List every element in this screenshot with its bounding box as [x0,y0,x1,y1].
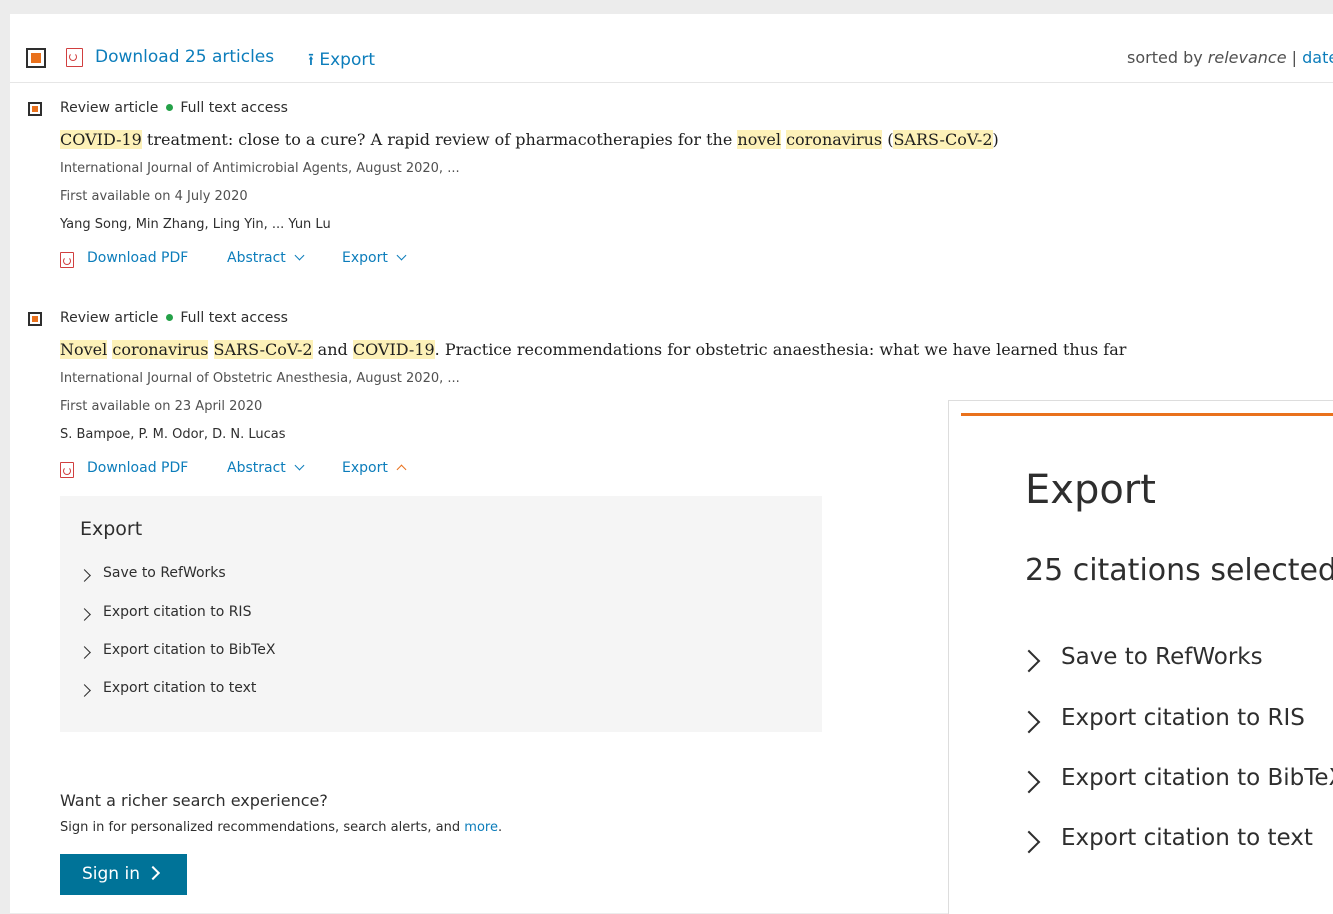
export-panel-heading: Export [80,518,143,540]
article-type: Review article [60,310,159,326]
promo-text: Sign in for personalized recommendations… [60,820,502,835]
title-text: treatment: close to a cure? A rapid revi… [141,130,738,149]
journal-info: International Journal of Antimicrobial A… [60,161,460,176]
pdf-icon [66,48,83,67]
chevron-down-icon [294,250,305,261]
download-pdf-link[interactable]: Download PDF [87,250,188,266]
dialog-option-label: Export citation to text [1061,825,1313,851]
toolbar-export-label: Export [319,50,376,70]
chevron-right-icon [1017,710,1041,734]
access-dot-icon [166,104,174,111]
promo-period: . [497,820,503,835]
dialog-heading: Export [1025,467,1156,513]
upload-icon: ⭱ [308,50,314,70]
chevron-right-icon [1017,649,1041,673]
chevron-right-icon [78,569,91,582]
abstract-label: Abstract [227,460,286,476]
chevron-right-icon [1017,770,1041,794]
title-text: and [312,340,353,359]
sort-separator: | [1291,48,1298,67]
chevron-right-icon [145,865,161,881]
article-title[interactable]: Novel coronavirus SARS-CoV-2 and COVID-1… [60,340,1126,359]
export-option-label: Export citation to text [103,680,257,696]
journal-info: International Journal of Obstetric Anest… [60,371,460,386]
download-all-link[interactable]: Download 25 articles [95,47,274,67]
chevron-up-icon [396,464,407,475]
chevron-right-icon [78,646,91,659]
sign-in-button[interactable]: Sign in [60,854,187,895]
dialog-accent-bar [961,413,1333,416]
dialog-option-label: Export citation to BibTeX [1061,765,1333,791]
access-label: Full text access [180,310,288,326]
export-option-label: Export citation to BibTeX [103,642,276,658]
title-highlight: SARS-CoV-2 [893,130,993,149]
title-highlight: coronavirus [786,130,883,149]
export-label: Export [342,460,388,476]
export-label: Export [342,250,388,266]
export-dialog-zoom: Export 25 citations selected Save to Ref… [948,400,1333,914]
title-text: ) [992,130,999,149]
pdf-icon [60,252,74,268]
export-toggle[interactable]: Export [342,460,407,476]
results-toolbar: Download 25 articles ⭱ Export sorted by … [10,14,1333,83]
abstract-toggle[interactable]: Abstract [227,250,305,266]
dialog-option-label: Export citation to RIS [1061,705,1305,731]
title-highlight: coronavirus [112,340,209,359]
access-dot-icon [166,314,174,321]
abstract-toggle[interactable]: Abstract [227,460,305,476]
authors: Yang Song, Min Zhang, Ling Yin, ... Yun … [60,217,331,232]
download-pdf-link[interactable]: Download PDF [87,460,188,476]
select-all-checkbox[interactable] [26,48,46,68]
chevron-down-icon [396,250,407,261]
sort-date-link[interactable]: date [1302,48,1333,67]
article-meta: Review article Full text access [60,100,288,116]
export-toggle[interactable]: Export [342,250,407,266]
pdf-icon [60,462,74,478]
title-highlight: COVID-19 [60,130,142,149]
first-available: First available on 4 July 2020 [60,189,248,204]
sort-relevance[interactable]: relevance [1208,48,1287,67]
abstract-label: Abstract [227,250,286,266]
promo-heading: Want a richer search experience? [60,791,328,810]
chevron-down-icon [294,460,305,471]
chevron-right-icon [78,608,91,621]
result-checkbox[interactable] [28,312,42,326]
title-highlight: Novel [60,340,108,359]
toolbar-export-link[interactable]: ⭱ Export [308,47,375,76]
sign-in-label: Sign in [82,864,140,884]
article-title[interactable]: COVID-19 treatment: close to a cure? A r… [60,130,999,149]
chevron-right-icon [1017,830,1041,854]
export-option-label: Save to RefWorks [103,565,226,581]
title-highlight: COVID-19 [352,340,435,359]
export-options-panel: Export Save to RefWorks Export citation … [60,496,822,732]
sort-prefix: sorted by [1127,48,1203,67]
title-text: . Practice recommendations for obstetric… [434,340,1127,359]
article-meta: Review article Full text access [60,310,288,326]
dialog-option-label: Save to RefWorks [1061,644,1263,670]
sort-label: sorted by relevance | date [1127,48,1333,67]
export-option-label: Export citation to RIS [103,604,252,620]
result-checkbox[interactable] [28,102,42,116]
title-highlight: novel [737,130,781,149]
title-text: ( [882,130,894,149]
access-label: Full text access [180,100,288,116]
authors: S. Bampoe, P. M. Odor, D. N. Lucas [60,427,286,442]
title-text [208,340,213,359]
more-link[interactable]: more [464,820,498,835]
chevron-right-icon [78,684,91,697]
article-type: Review article [60,100,159,116]
citations-selected: 25 citations selected [1025,553,1333,588]
first-available: First available on 23 April 2020 [60,399,263,414]
title-highlight: SARS-CoV-2 [213,340,313,359]
promo-body: Sign in for personalized recommendations… [60,820,461,835]
